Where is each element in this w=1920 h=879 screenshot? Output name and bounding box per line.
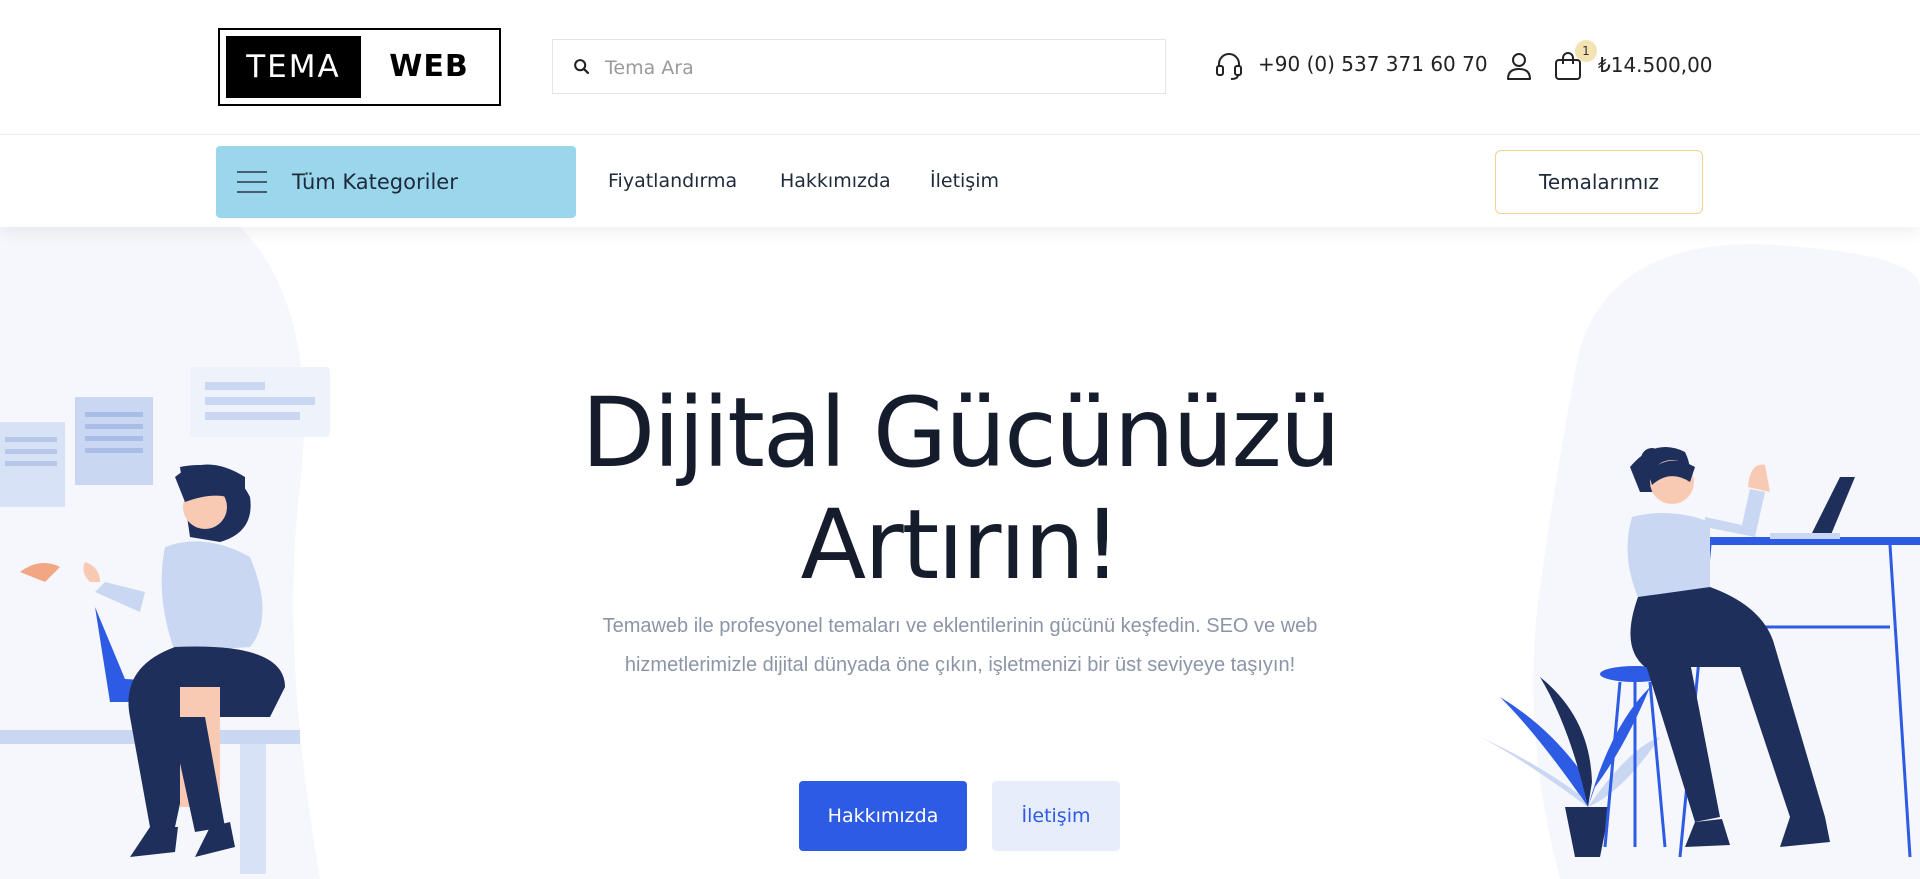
all-categories-label: Tüm Kategoriler xyxy=(292,170,458,194)
all-categories-button[interactable]: Tüm Kategoriler xyxy=(216,146,576,218)
contact-button[interactable]: İletişim xyxy=(992,781,1120,851)
hamburger-menu-icon xyxy=(237,171,267,193)
nav-link-about[interactable]: Hakkımızda xyxy=(780,170,891,192)
user-icon[interactable] xyxy=(1504,50,1534,82)
logo-text-web: WEB xyxy=(389,49,469,84)
nav-link-pricing[interactable]: Fiyatlandırma xyxy=(608,170,737,192)
search-input[interactable] xyxy=(603,40,1147,95)
cart-total[interactable]: ₺14.500,00 xyxy=(1598,53,1713,77)
hero-title-line-1: Dijital Gücünüzü xyxy=(581,377,1340,489)
hero-title: Dijital Gücünüzü Artırın! xyxy=(560,377,1360,601)
site-header: TEMA WEB +90 (0) 537 371 60 70 1 ₺14.500… xyxy=(0,0,1920,134)
cart-count-badge: 1 xyxy=(1575,40,1597,62)
woman-at-desk-illustration xyxy=(1480,447,1920,858)
woman-with-laptop-illustration xyxy=(0,367,330,874)
main-navbar: Tüm Kategoriler Fiyatlandırma Hakkımızda… xyxy=(0,135,1920,227)
headset-icon xyxy=(1216,53,1242,80)
logo-text-tema: TEMA xyxy=(226,36,361,98)
about-button[interactable]: Hakkımızda xyxy=(799,781,967,851)
hero-subtitle: Temaweb ile profesyonel temaları ve ekle… xyxy=(602,615,1318,676)
hero-section: Dijital Gücünüzü Artırın! Temaweb ile pr… xyxy=(0,227,1920,879)
hero-title-line-2: Artırın! xyxy=(800,489,1122,601)
search-icon[interactable] xyxy=(571,56,593,78)
nav-link-contact[interactable]: İletişim xyxy=(930,170,999,192)
phone-number[interactable]: +90 (0) 537 371 60 70 xyxy=(1258,52,1488,76)
our-themes-button[interactable]: Temalarımız xyxy=(1495,150,1703,214)
search-box xyxy=(552,39,1166,95)
site-logo[interactable]: TEMA WEB xyxy=(218,28,501,106)
